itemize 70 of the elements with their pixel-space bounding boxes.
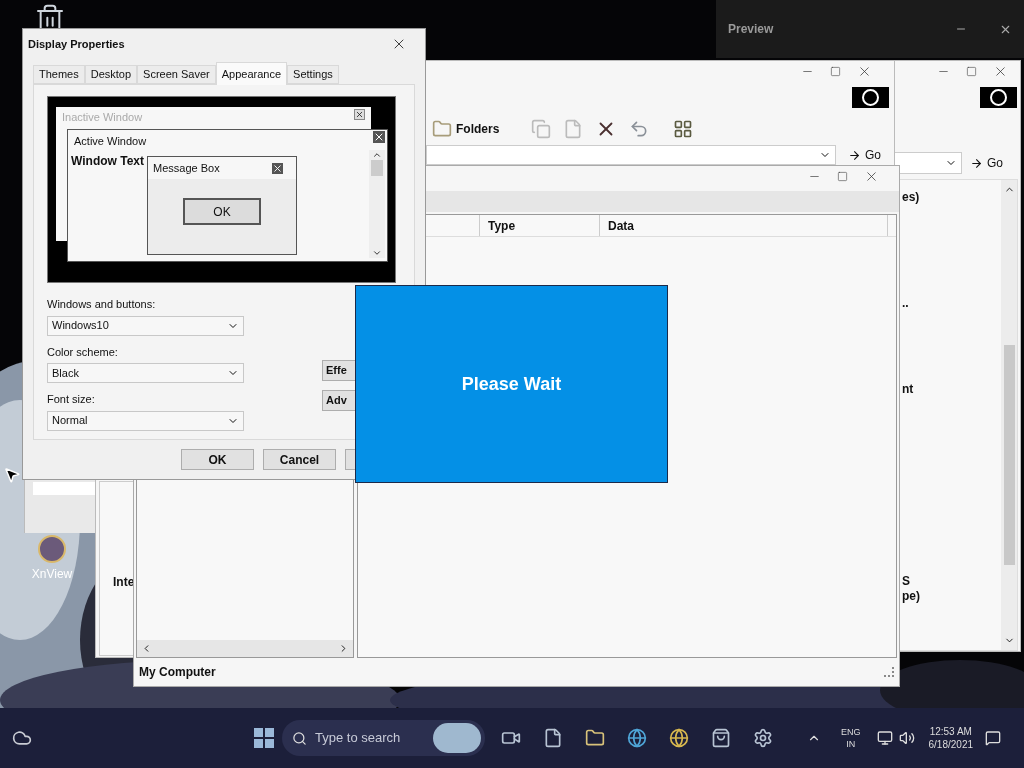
language-indicator[interactable]: ENG IN xyxy=(841,726,861,750)
dialog-title: Display Properties xyxy=(28,36,125,52)
scrollbar[interactable] xyxy=(1001,180,1017,650)
dialog-button[interactable]: OK xyxy=(181,449,254,470)
field-label: Color scheme: xyxy=(47,344,119,360)
close-icon[interactable] xyxy=(864,169,879,184)
go-button[interactable]: Go xyxy=(848,146,881,164)
folder-icon xyxy=(432,119,452,139)
close-icon[interactable] xyxy=(993,64,1008,79)
field-label: Font size: xyxy=(47,392,96,407)
ok-button[interactable]: OK xyxy=(183,198,261,225)
column-header[interactable]: Type xyxy=(480,215,600,236)
clock[interactable]: 12:53 AM 6/18/2021 xyxy=(928,725,973,751)
globe-icon[interactable] xyxy=(627,728,647,748)
dropdown[interactable]: Normal xyxy=(47,410,244,431)
chevron-down-icon xyxy=(372,248,382,258)
window-title: Preview xyxy=(728,21,774,38)
arrow-right-icon xyxy=(970,156,983,170)
network-icon[interactable] xyxy=(876,730,893,746)
close-icon xyxy=(272,162,283,174)
wait-message: Please Wait xyxy=(461,372,562,396)
resize-grip-icon[interactable] xyxy=(884,667,894,677)
list-item[interactable]: nt xyxy=(902,380,914,398)
browser-icon[interactable] xyxy=(669,728,689,748)
store-icon[interactable] xyxy=(711,728,731,748)
settings-icon[interactable] xyxy=(753,728,773,748)
chevron-up-icon xyxy=(372,150,382,160)
maximize-icon[interactable] xyxy=(966,66,977,77)
maximize-icon[interactable] xyxy=(837,171,848,182)
close-icon[interactable] xyxy=(857,64,872,79)
window-title: Active Window xyxy=(74,134,147,149)
window-title: Message Box xyxy=(153,160,220,176)
tab[interactable]: Appearance xyxy=(215,62,288,85)
dropdown[interactable]: Windows10 xyxy=(47,315,244,336)
folder-icon[interactable] xyxy=(585,728,605,748)
address-field[interactable] xyxy=(426,145,836,165)
side-button[interactable]: Adv xyxy=(322,390,355,411)
folders-button[interactable]: Folders xyxy=(432,119,500,139)
start-icon[interactable] xyxy=(254,728,274,748)
side-button[interactable]: Effe xyxy=(322,360,355,381)
views-icon[interactable] xyxy=(673,119,694,139)
list-item[interactable]: .. xyxy=(902,294,909,312)
close-icon xyxy=(354,109,365,120)
weather-icon[interactable] xyxy=(12,728,32,748)
maximize-icon[interactable] xyxy=(830,66,841,77)
list-item[interactable]: es) xyxy=(902,188,920,206)
window-text: Window Text xyxy=(71,153,144,170)
file-icon[interactable] xyxy=(543,728,563,748)
dialog-button[interactable]: Cancel xyxy=(263,449,336,470)
tab[interactable]: Desktop xyxy=(84,65,138,84)
dropdown[interactable]: Black xyxy=(47,363,244,383)
tab[interactable]: Settings xyxy=(287,65,339,84)
mouse-pointer-icon xyxy=(3,466,21,484)
tab[interactable]: Screen Saver xyxy=(137,65,216,84)
scrollbar-thumb xyxy=(371,160,383,176)
volume-icon[interactable] xyxy=(898,730,915,746)
list-item[interactable]: S xyxy=(902,572,910,590)
go-button[interactable]: Go xyxy=(970,154,1003,172)
column-header[interactable]: Data xyxy=(600,215,888,236)
arrow-right-icon xyxy=(848,148,861,162)
window-title: Inactive Window xyxy=(62,110,143,125)
search-icon xyxy=(292,730,307,746)
horizontal-scrollbar[interactable] xyxy=(137,640,353,657)
status-text: My Computer xyxy=(139,664,216,681)
notification-icon[interactable] xyxy=(985,730,1001,746)
field-label: Windows and buttons: xyxy=(47,297,157,312)
address-field[interactable] xyxy=(894,152,962,174)
tab[interactable]: Themes xyxy=(33,65,85,84)
search-field[interactable]: Type to search xyxy=(282,720,485,756)
list-item[interactable]: pe) xyxy=(902,587,920,605)
